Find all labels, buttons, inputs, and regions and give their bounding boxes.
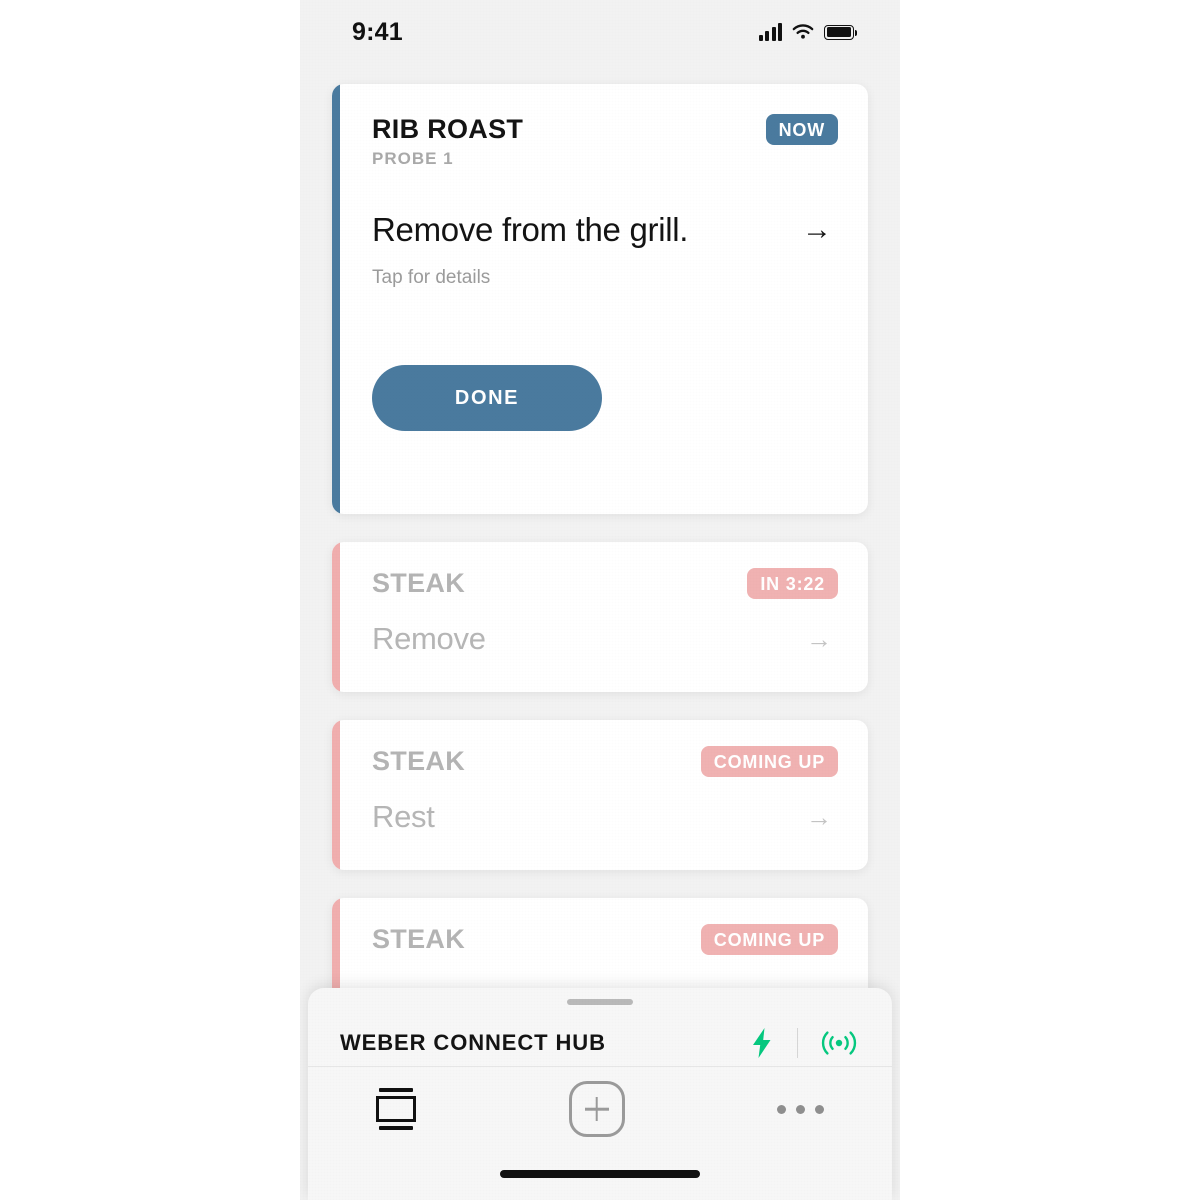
card-header: STEAK COMING UP (372, 924, 838, 955)
cellular-bars-icon (758, 23, 782, 41)
wireless-broadcast-icon (821, 1030, 857, 1055)
tap-hint: Tap for details (372, 267, 491, 289)
card-action-row[interactable]: Rest → (372, 799, 838, 835)
tab-grill[interactable] (376, 1086, 416, 1132)
cook-card-active[interactable]: RIB ROAST PROBE 1 NOW Remove from the gr… (332, 84, 868, 514)
wifi-icon (792, 24, 814, 39)
status-badge: COMING UP (700, 746, 838, 777)
probe-label: PROBE 1 (372, 149, 454, 169)
action-text: Remove from the grill. (372, 211, 689, 249)
status-badge: IN 3:22 (747, 568, 838, 599)
battery-full-icon (824, 24, 858, 40)
tab-bar (308, 1067, 892, 1151)
hub-status-row[interactable]: WEBER CONNECT HUB (308, 1005, 892, 1067)
cook-cards-list: RIB ROAST PROBE 1 NOW Remove from the gr… (300, 84, 900, 1076)
cook-card-upcoming-1[interactable]: STEAK IN 3:22 Remove → (332, 542, 868, 692)
arrow-right-icon[interactable]: → (806, 626, 838, 652)
lightning-bolt-icon (753, 1027, 771, 1058)
grill-icon (376, 1086, 416, 1132)
meat-name: STEAK (372, 568, 466, 598)
status-badge: COMING UP (700, 924, 838, 955)
phone-viewport: 9:41 RIB ROAST PROBE 1 NOW Remove from t… (300, 0, 900, 1200)
bottom-sheet[interactable]: WEBER CONNECT HUB (308, 988, 892, 1200)
card-header: STEAK IN 3:22 (372, 568, 838, 599)
hub-name: WEBER CONNECT HUB (340, 1029, 606, 1055)
meat-name: STEAK (372, 924, 466, 954)
plus-icon (568, 1081, 625, 1137)
card-accent-bar (332, 84, 340, 514)
status-time: 9:41 (352, 17, 403, 46)
add-cook-button[interactable] (568, 1081, 625, 1137)
card-accent-bar (332, 720, 340, 870)
meat-name: STEAK (372, 746, 466, 776)
more-options-button[interactable] (777, 1104, 824, 1114)
action-text: Remove (372, 621, 486, 657)
hub-status-icons (749, 1026, 858, 1060)
status-bar: 9:41 (300, 0, 900, 64)
more-dots-icon (777, 1104, 824, 1114)
cook-card-upcoming-2[interactable]: STEAK COMING UP Rest → (332, 720, 868, 870)
status-badge: NOW (765, 114, 838, 145)
home-indicator (500, 1170, 700, 1178)
card-action-row[interactable]: Remove → (372, 621, 838, 657)
action-text: Rest (372, 799, 435, 835)
card-accent-bar (332, 542, 340, 692)
card-action-row[interactable]: Remove from the grill. → (372, 211, 838, 249)
done-button[interactable]: DONE (372, 365, 602, 432)
icon-divider (797, 1027, 798, 1058)
card-header: RIB ROAST PROBE 1 NOW (372, 114, 838, 169)
card-header: STEAK COMING UP (372, 746, 838, 777)
meat-name: RIB ROAST (372, 114, 524, 144)
arrow-right-icon[interactable]: → (806, 804, 838, 830)
arrow-right-icon[interactable]: → (802, 215, 838, 245)
status-indicators (758, 23, 858, 41)
